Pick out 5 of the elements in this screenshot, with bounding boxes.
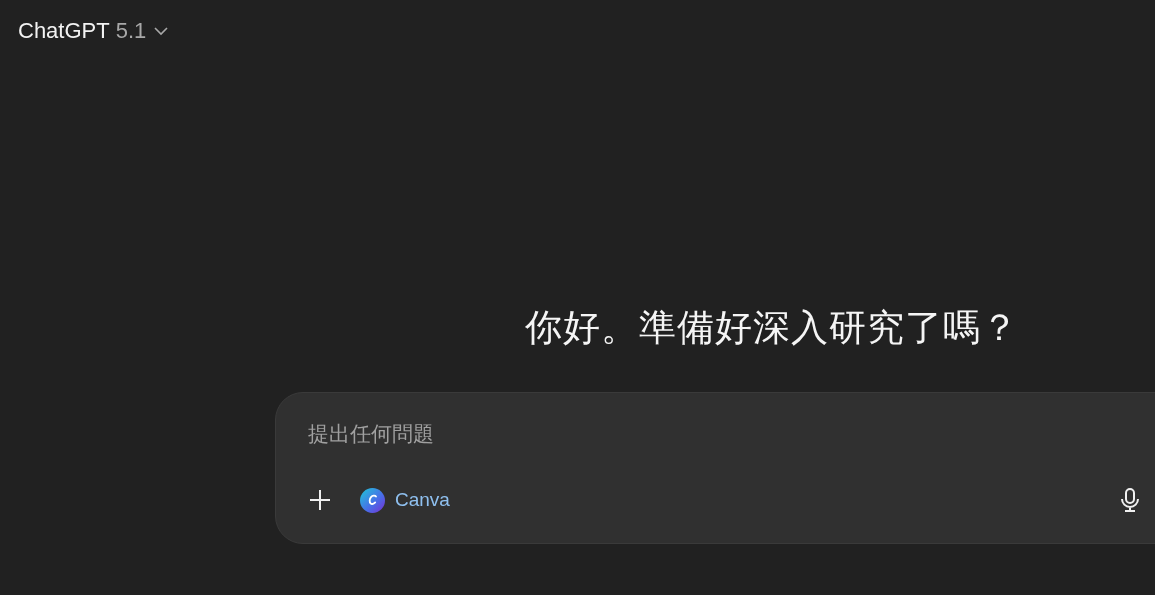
canva-tool-button[interactable]: Canva (360, 487, 450, 513)
greeting-heading: 你好。準備好深入研究了嗎？ (525, 306, 1019, 350)
message-input-field[interactable]: 提出任何問題 (308, 419, 908, 449)
app-title: ChatGPT (18, 18, 110, 44)
model-version[interactable]: 5.1 (115, 18, 147, 44)
